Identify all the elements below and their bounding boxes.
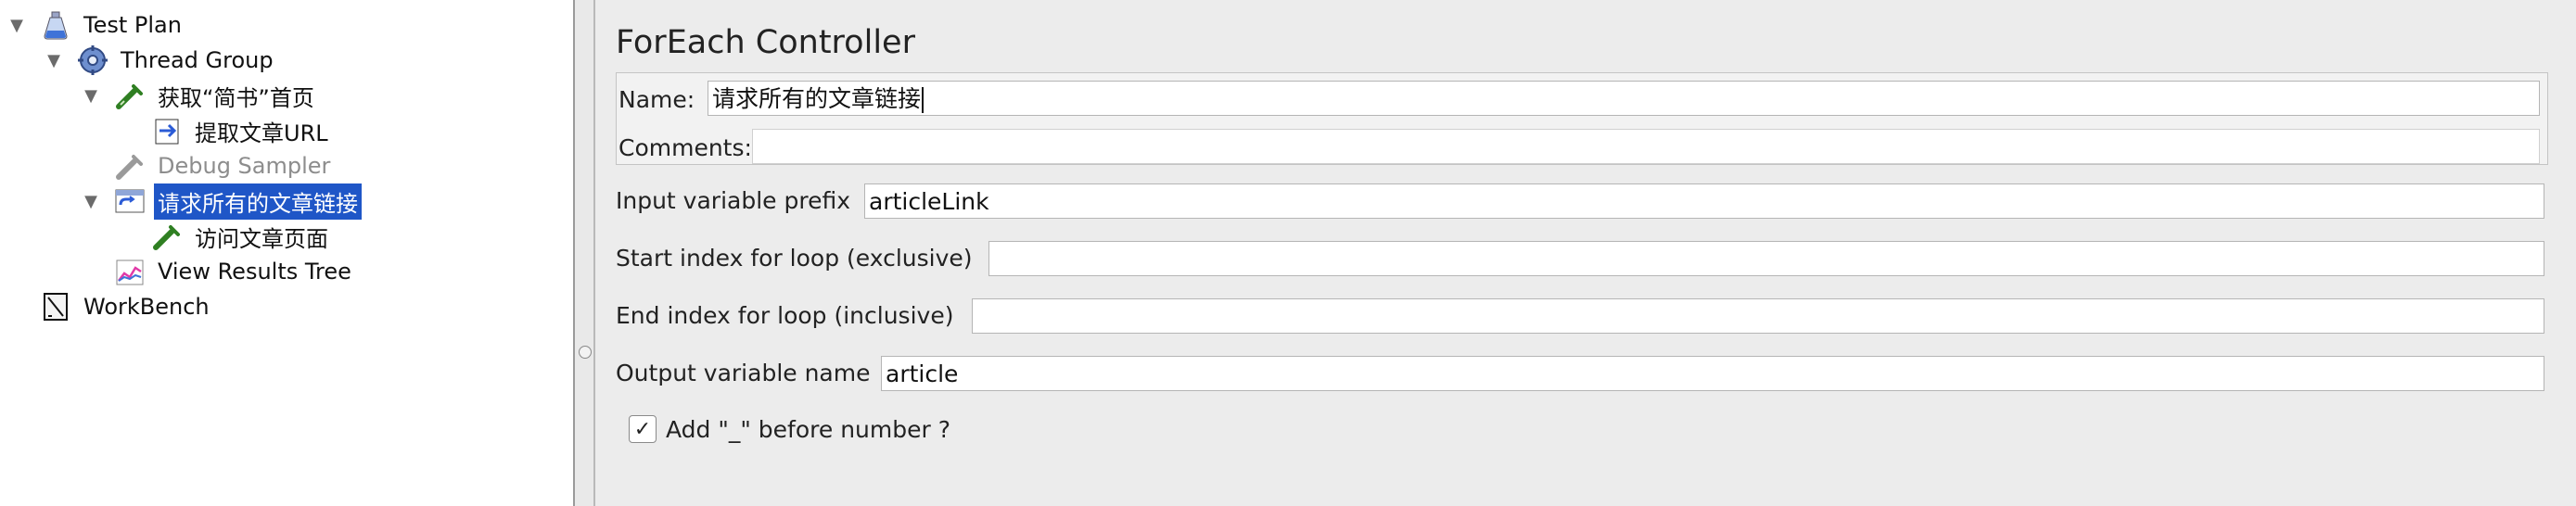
tree-item-view-results-tree[interactable]: View Results Tree — [82, 254, 355, 289]
chevron-down-icon[interactable]: ▼ — [7, 16, 26, 35]
tree-item-label: Test Plan — [83, 12, 182, 38]
test-plan-tree[interactable]: ▼ Test Plan ▼ Thread Group ▼ 获取“简书”首页 提取… — [0, 0, 575, 506]
tree-item-workbench[interactable]: WorkBench — [7, 289, 213, 324]
flask-icon — [44, 11, 68, 40]
tree-item-foreach-controller[interactable]: ▼ 请求所有的文章链接 — [82, 183, 362, 220]
check-icon: ✓ — [633, 417, 652, 441]
workbench-icon — [44, 293, 68, 321]
tree-item-label: 访问文章页面 — [195, 225, 328, 252]
end-index-label: End index for loop (inclusive) — [616, 302, 954, 329]
tree-item-visit-article[interactable]: 访问文章页面 — [119, 219, 332, 254]
tree-item-label: Debug Sampler — [158, 153, 331, 179]
tree-item-label: View Results Tree — [158, 259, 351, 285]
start-index-field[interactable] — [988, 241, 2544, 276]
name-comments-box: Name: 请求所有的文章链接 Comments: — [616, 72, 2548, 165]
tree-item-thread-group[interactable]: ▼ Thread Group — [45, 43, 277, 78]
name-label: Name: — [618, 86, 695, 113]
tree-item-label: Thread Group — [121, 47, 274, 73]
input-prefix-label: Input variable prefix — [616, 187, 851, 214]
splitter-handle[interactable] — [579, 346, 592, 359]
output-variable-field[interactable]: article — [881, 356, 2544, 391]
tree-item-get-homepage[interactable]: ▼ 获取“简书”首页 — [82, 78, 318, 113]
name-field-value: 请求所有的文章链接 — [712, 85, 922, 112]
tree-item-label: 请求所有的文章链接 — [154, 183, 362, 220]
text-caret — [922, 87, 925, 113]
pipette-icon — [153, 225, 180, 250]
tree-item-debug-sampler[interactable]: Debug Sampler — [82, 148, 334, 183]
tree-item-label: 提取文章URL — [195, 120, 328, 146]
name-field[interactable]: 请求所有的文章链接 — [708, 81, 2540, 116]
pane-splitter[interactable] — [575, 0, 595, 506]
comments-field[interactable] — [752, 129, 2540, 164]
chevron-down-icon[interactable]: ▼ — [82, 192, 100, 211]
comments-label: Comments: — [618, 134, 752, 161]
tree-item-label: 获取“简书”首页 — [158, 84, 314, 111]
chart-icon — [116, 259, 144, 285]
chevron-down-icon[interactable]: ▼ — [45, 51, 63, 70]
panel-title: ForEach Controller — [616, 24, 915, 61]
tree-item-label: WorkBench — [83, 294, 210, 320]
end-index-field[interactable] — [972, 298, 2544, 334]
loop-controller-icon — [115, 189, 145, 213]
input-prefix-field[interactable]: articleLink — [864, 183, 2544, 219]
chevron-down-icon[interactable]: ▼ — [82, 86, 100, 106]
output-variable-label: Output variable name — [616, 360, 871, 386]
pipette-icon — [116, 155, 143, 180]
extractor-icon — [155, 119, 179, 145]
gear-icon — [78, 45, 108, 75]
add-underscore-checkbox[interactable]: ✓ — [629, 415, 657, 443]
tree-item-test-plan[interactable]: ▼ Test Plan — [7, 7, 185, 43]
foreach-controller-panel: ForEach Controller Name: 请求所有的文章链接 Comme… — [595, 0, 2576, 506]
add-underscore-label: Add "_" before number ? — [666, 416, 950, 443]
tree-item-extract-url[interactable]: 提取文章URL — [119, 113, 332, 148]
start-index-label: Start index for loop (exclusive) — [616, 245, 973, 272]
pipette-icon — [116, 84, 143, 109]
